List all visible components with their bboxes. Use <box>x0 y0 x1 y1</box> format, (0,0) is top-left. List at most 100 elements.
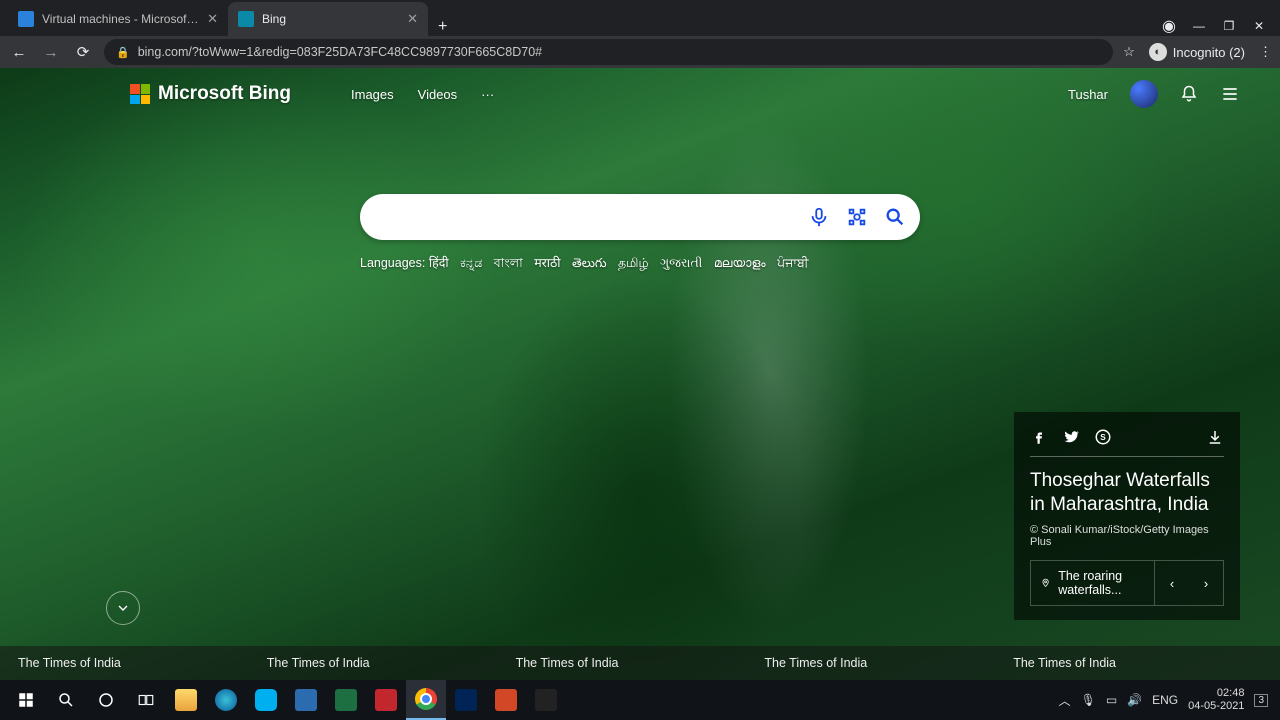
incognito-label: Incognito (2) <box>1173 45 1245 60</box>
svg-text:S: S <box>1100 433 1106 442</box>
news-source[interactable]: The Times of India <box>267 656 516 670</box>
address-bar[interactable]: 🔒 bing.com/?toWww=1&redig=083F25DA73FC48… <box>104 39 1113 65</box>
tray-mic-icon[interactable]: 🎙 <box>1081 693 1096 707</box>
maximize-button[interactable]: ❐ <box>1214 19 1244 33</box>
close-window-button[interactable]: ✕ <box>1244 19 1274 33</box>
incognito-badge[interactable]: ◐ Incognito (2) <box>1149 43 1245 61</box>
languages-label: Languages: <box>360 256 425 270</box>
image-title[interactable]: Thoseghar Waterfalls in Maharashtra, Ind… <box>1030 457 1224 524</box>
search-area: Languages: हिंदी ಕನ್ನಡ বাংলা मराठी తెలుగ… <box>360 194 920 275</box>
language-links: Languages: हिंदी ಕನ್ನಡ বাংলা मराठी తెలుగ… <box>360 254 920 275</box>
taskbar-app-powerpoint[interactable] <box>486 680 526 720</box>
lang-link[interactable]: தமிழ் <box>618 256 649 270</box>
hamburger-menu-icon[interactable] <box>1220 84 1240 104</box>
tray-clock[interactable]: 02:48 04-05-2021 <box>1188 687 1244 712</box>
facebook-icon[interactable] <box>1030 428 1048 446</box>
tray-ime-icon[interactable]: 3 <box>1254 694 1268 707</box>
reload-button[interactable]: ⟳ <box>72 43 94 61</box>
news-source[interactable]: The Times of India <box>18 656 267 670</box>
taskbar-app-skype[interactable] <box>246 680 286 720</box>
news-strip: The Times of India The Times of India Th… <box>0 646 1280 680</box>
lang-link[interactable]: ਪੰਜਾਬੀ <box>777 256 808 270</box>
user-name[interactable]: Tushar <box>1068 87 1108 102</box>
incognito-indicator-icon: ◉ <box>1154 16 1184 36</box>
tray-volume-icon[interactable]: 🔊 <box>1127 693 1142 707</box>
taskbar-app-chrome[interactable] <box>406 680 446 720</box>
chrome-tabstrip: Virtual machines - Microsoft Azu ✕ Bing … <box>0 0 1280 36</box>
browser-tab-bing[interactable]: Bing ✕ <box>228 2 428 36</box>
lang-link[interactable]: ગુજરાતી <box>660 256 702 270</box>
taskbar-app-rdp[interactable] <box>286 680 326 720</box>
next-image-button[interactable]: › <box>1189 568 1223 599</box>
microsoft-bing-logo[interactable]: Microsoft Bing <box>130 83 291 105</box>
incognito-icon: ◐ <box>1149 43 1167 61</box>
lang-link[interactable]: മലയാളം <box>714 256 766 270</box>
notifications-icon[interactable] <box>1180 85 1198 103</box>
url-text: bing.com/?toWww=1&redig=083F25DA73FC48CC… <box>138 45 542 59</box>
nav-videos[interactable]: Videos <box>418 87 458 102</box>
back-button[interactable]: ← <box>8 44 30 61</box>
cortana-button[interactable] <box>86 680 126 720</box>
clock-time: 02:48 <box>1188 687 1244 700</box>
taskbar-app-excel[interactable] <box>326 680 366 720</box>
lang-link[interactable]: मराठी <box>534 256 560 270</box>
chrome-toolbar: ← → ⟳ 🔒 bing.com/?toWww=1&redig=083F25DA… <box>0 36 1280 68</box>
close-icon[interactable]: ✕ <box>207 11 218 27</box>
search-box[interactable] <box>360 194 920 240</box>
news-source[interactable]: The Times of India <box>764 656 1013 670</box>
minimize-button[interactable]: ― <box>1184 19 1214 33</box>
microsoft-logo-icon <box>130 84 150 104</box>
clock-date: 04-05-2021 <box>1188 700 1244 713</box>
image-credit: © Sonali Kumar/iStock/Getty Images Plus <box>1030 524 1224 548</box>
forward-button[interactable]: → <box>40 44 62 61</box>
windows-taskbar: ︿ 🎙 ▭ 🔊 ENG 02:48 04-05-2021 3 <box>0 680 1280 720</box>
bing-favicon <box>238 11 254 27</box>
download-icon[interactable] <box>1206 428 1224 446</box>
tray-chevron-icon[interactable]: ︿ <box>1059 692 1071 709</box>
close-icon[interactable]: ✕ <box>407 11 418 27</box>
voice-search-icon[interactable] <box>808 206 830 228</box>
tray-language[interactable]: ENG <box>1152 693 1178 707</box>
scroll-down-button[interactable] <box>106 591 140 625</box>
nav-more[interactable]: ··· <box>481 87 494 102</box>
twitter-icon[interactable] <box>1062 428 1080 446</box>
news-source[interactable]: The Times of India <box>1013 656 1262 670</box>
bing-homepage: Microsoft Bing Images Videos ··· Tushar <box>0 68 1280 680</box>
lang-link[interactable]: ಕನ್ನಡ <box>460 256 482 270</box>
avatar[interactable] <box>1130 80 1158 108</box>
brand-text: Microsoft Bing <box>158 83 291 105</box>
taskbar-app-edge[interactable] <box>206 680 246 720</box>
news-source[interactable]: The Times of India <box>516 656 765 670</box>
image-nav: The roaring waterfalls... ‹ › <box>1030 560 1224 606</box>
start-button[interactable] <box>6 680 46 720</box>
browser-tab-azure[interactable]: Virtual machines - Microsoft Azu ✕ <box>8 2 228 36</box>
image-search-icon[interactable] <box>846 206 868 228</box>
taskbar-app-powershell[interactable] <box>446 680 486 720</box>
lock-icon: 🔒 <box>116 46 130 59</box>
tab-title: Virtual machines - Microsoft Azu <box>42 12 201 26</box>
bing-nav: Images Videos ··· <box>351 87 494 102</box>
window-controls: ◉ ― ❐ ✕ <box>1154 16 1280 36</box>
lang-link[interactable]: हिंदी <box>429 256 449 270</box>
tray-network-icon[interactable]: ▭ <box>1106 693 1117 707</box>
prev-image-button[interactable]: ‹ <box>1155 568 1189 599</box>
task-view-button[interactable] <box>126 680 166 720</box>
image-info-card: S Thoseghar Waterfalls in Maharashtra, I… <box>1014 412 1240 620</box>
bookmark-star-icon[interactable]: ☆ <box>1123 44 1135 60</box>
skype-icon[interactable]: S <box>1094 428 1112 446</box>
azure-favicon <box>18 11 34 27</box>
chrome-menu-button[interactable]: ⋮ <box>1259 44 1272 60</box>
tab-title: Bing <box>262 12 401 26</box>
lang-link[interactable]: বাংলা <box>494 256 523 270</box>
image-teaser[interactable]: The roaring waterfalls... <box>1031 561 1155 605</box>
taskbar-app-terminal[interactable] <box>526 680 566 720</box>
search-icon[interactable] <box>884 206 906 228</box>
search-input[interactable] <box>378 208 808 226</box>
taskbar-app-explorer[interactable] <box>166 680 206 720</box>
search-button[interactable] <box>46 680 86 720</box>
bing-header: Microsoft Bing Images Videos ··· Tushar <box>0 80 1280 108</box>
lang-link[interactable]: తెలుగు <box>572 256 607 270</box>
taskbar-app-acrobat[interactable] <box>366 680 406 720</box>
nav-images[interactable]: Images <box>351 87 394 102</box>
new-tab-button[interactable]: + <box>428 18 457 36</box>
